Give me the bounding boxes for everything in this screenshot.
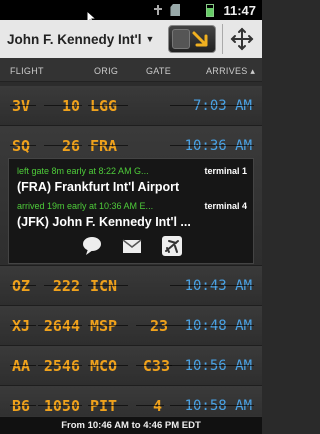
flight-number: 2546 (38, 355, 82, 376)
origin-code: PIT (88, 395, 128, 416)
flight-details-panel: left gate 8m early at 8:22 AM G... termi… (8, 158, 254, 264)
arrival-terminal: terminal 4 (204, 201, 247, 211)
airline-code: B6 (10, 395, 36, 416)
arrival-arrow-icon (192, 31, 208, 47)
origin-code: LGG (88, 95, 128, 116)
dropdown-caret-icon: ▼ (145, 34, 155, 44)
col-gate[interactable]: GATE (146, 66, 171, 76)
origin-code: FRA (88, 135, 128, 156)
email-icon[interactable] (121, 235, 143, 257)
arrival-time: 10:48 AM (170, 315, 254, 336)
col-orig[interactable]: ORIG (94, 66, 118, 76)
departure-terminal: terminal 1 (204, 166, 247, 176)
airline-code: XJ (10, 315, 36, 336)
battery-icon (206, 3, 215, 17)
col-arrives[interactable]: ARRIVES ▴ (206, 66, 255, 77)
origin-airport: (FRA) Frankfurt Int'l Airport (17, 180, 180, 194)
arrival-time: 10:56 AM (170, 355, 254, 376)
flight-row[interactable]: 3V 10 LGG 7:03 AM (0, 86, 262, 126)
flight-number: 10 (44, 95, 82, 116)
airline-code: OZ (10, 275, 36, 296)
toggle-knob (172, 29, 190, 49)
origin-code: ICN (88, 275, 128, 296)
flight-row[interactable]: AA 2546 MCO C33 10:56 AM (0, 346, 262, 386)
sd-card-icon (170, 4, 181, 16)
col-flight[interactable]: FLIGHT (10, 66, 44, 76)
gate: 23 (136, 315, 170, 336)
flight-row[interactable]: OZ 222 ICN 10:43 AM (0, 266, 262, 306)
airline-code: 3V (10, 95, 36, 116)
airport-dropdown[interactable]: John F. Kennedy Int'l ▼ (0, 20, 162, 58)
comment-icon[interactable] (81, 235, 103, 257)
move-icon[interactable] (228, 25, 256, 53)
airport-name: John F. Kennedy Int'l (7, 31, 142, 47)
airline-code: AA (10, 355, 36, 376)
usb-icon (152, 5, 164, 15)
gate: C33 (136, 355, 172, 376)
origin-code: MSP (88, 315, 128, 336)
column-header: FLIGHT ORIG GATE ARRIVES ▴ (0, 58, 262, 82)
arrival-time: 10:36 AM (170, 135, 254, 156)
departure-status: left gate 8m early at 8:22 AM G... (17, 166, 149, 176)
top-bar: John F. Kennedy Int'l ▼ (0, 20, 262, 58)
origin-code: MCO (88, 355, 128, 376)
flight-row[interactable]: B6 1050 PIT 4 10:58 AM (0, 386, 262, 416)
arrival-time: 10:58 AM (170, 395, 254, 416)
airline-code: SQ (10, 135, 36, 156)
flight-row[interactable]: XJ 2644 MSP 23 10:48 AM (0, 306, 262, 346)
destination-airport: (JFK) John F. Kennedy Int'l ... (17, 215, 191, 229)
flight-number: 222 (44, 275, 82, 296)
clock: 11:47 (223, 2, 256, 18)
flight-number: 26 (44, 135, 82, 156)
time-range-footer: From 10:46 AM to 4:46 PM EDT (0, 416, 262, 434)
status-bar: 11:47 (0, 0, 262, 20)
arrivals-departures-toggle[interactable] (168, 25, 216, 53)
toolbar-divider (222, 24, 223, 54)
airplane-icon[interactable] (161, 235, 183, 257)
signal-icon (186, 4, 200, 16)
flight-number: 2644 (38, 315, 82, 336)
gate: 4 (136, 395, 164, 416)
arrival-time: 10:43 AM (170, 275, 254, 296)
arrival-time: 7:03 AM (170, 95, 254, 116)
flight-number: 1050 (38, 395, 82, 416)
arrival-status: arrived 19m early at 10:36 AM E... (17, 201, 154, 211)
